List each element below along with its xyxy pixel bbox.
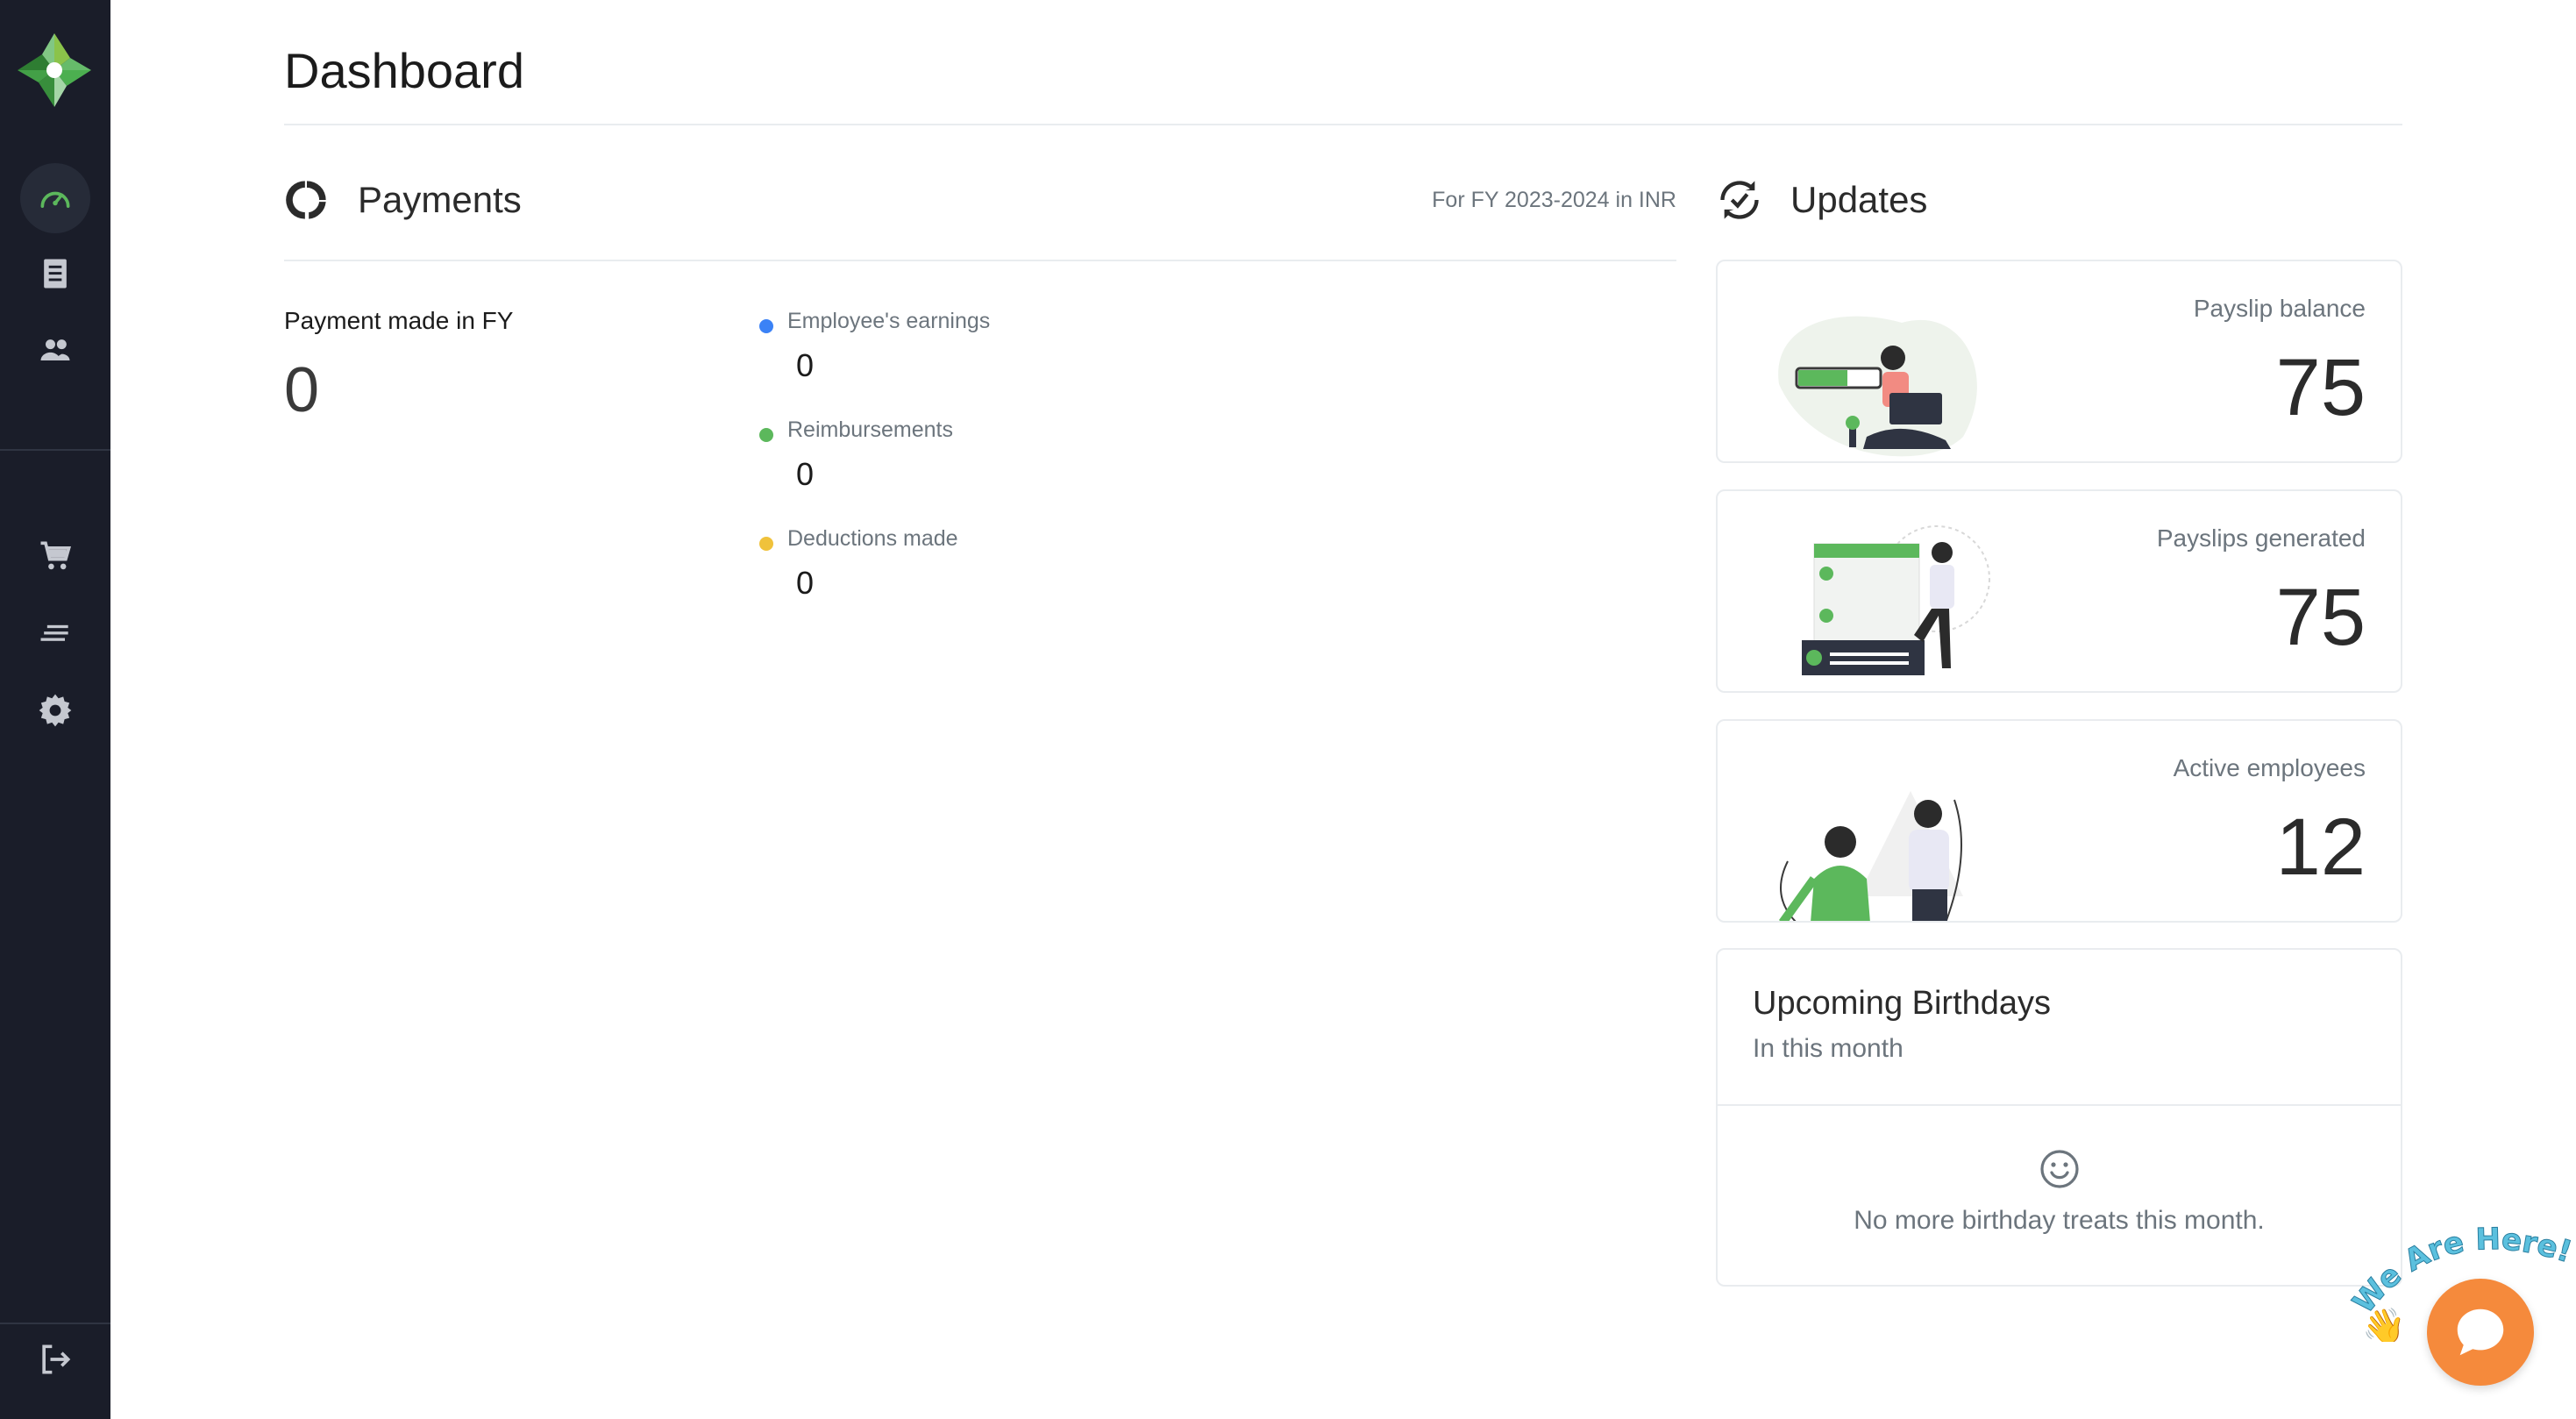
legend-value: 0: [796, 565, 815, 601]
sidebar-divider: [0, 449, 110, 451]
updates-title: Updates: [1790, 179, 1928, 220]
card-value: 75: [2275, 573, 2366, 662]
birthdays-empty-text: No more birthday treats this month.: [1854, 1206, 2265, 1235]
nav-store[interactable]: [20, 521, 90, 591]
gear-icon: [39, 694, 72, 727]
payments-title: Payments: [358, 179, 522, 220]
sync-check-icon: [1720, 181, 1759, 219]
list-lines-icon: [40, 624, 68, 641]
donut-chart-icon: [286, 181, 326, 219]
smiley-icon: [2040, 1150, 2079, 1188]
fy-note: For FY 2023-2024 in INR: [1432, 188, 1676, 212]
payment-made-value: 0: [284, 355, 320, 425]
chat-bubble-icon: [2457, 1308, 2504, 1356]
sidebar: [0, 0, 110, 1419]
wave-hand-icon: 👋: [2362, 1308, 2406, 1342]
cart-icon: [40, 541, 72, 570]
payments-divider: [284, 260, 1676, 261]
nav-reports[interactable]: [20, 598, 90, 668]
payslips-generated-card[interactable]: Payslips generated 75: [1716, 489, 2402, 693]
legend-label: Deductions made: [787, 526, 958, 551]
speedometer-icon: [40, 191, 70, 208]
birthdays-title: Upcoming Birthdays: [1753, 985, 2052, 1022]
receipt-icon: [44, 259, 67, 289]
nav-settings[interactable]: [20, 675, 90, 745]
team-illustration: [1778, 791, 1963, 921]
nav-employees[interactable]: [20, 316, 90, 386]
birthdays-subtitle: In this month: [1753, 1034, 1904, 1063]
documents-person-illustration: [1802, 525, 1990, 675]
legend-dot-green: [759, 428, 773, 442]
nav-payslips[interactable]: [20, 239, 90, 309]
page-title: Dashboard: [284, 43, 524, 98]
app-logo-icon[interactable]: [16, 32, 93, 109]
legend-dot-yellow: [759, 537, 773, 551]
logout-button[interactable]: [20, 1324, 90, 1394]
birthdays-divider: [1718, 1104, 2401, 1106]
payslip-balance-card[interactable]: Payslip balance 75: [1716, 260, 2402, 463]
payment-made-label: Payment made in FY: [284, 307, 514, 334]
logout-icon: [42, 1344, 71, 1374]
legend-label: Reimbursements: [787, 417, 953, 442]
card-label: Active employees: [2173, 754, 2366, 781]
laptop-person-illustration: [1778, 316, 1977, 457]
upcoming-birthdays-card: Upcoming Birthdays In this month No more…: [1716, 948, 2402, 1287]
card-label: Payslips generated: [2156, 524, 2366, 552]
legend-value: 0: [796, 456, 815, 492]
chat-button[interactable]: [2427, 1279, 2534, 1386]
nav-dashboard[interactable]: [20, 163, 90, 233]
card-value: 12: [2275, 802, 2366, 892]
title-divider: [284, 124, 2402, 125]
legend-label: Employee's earnings: [787, 309, 991, 333]
card-label: Payslip balance: [2193, 295, 2366, 322]
people-icon: [40, 339, 70, 360]
legend-value: 0: [796, 347, 815, 383]
active-employees-card[interactable]: Active employees 12: [1716, 719, 2402, 923]
card-value: 75: [2275, 343, 2366, 432]
legend-dot-blue: [759, 319, 773, 333]
